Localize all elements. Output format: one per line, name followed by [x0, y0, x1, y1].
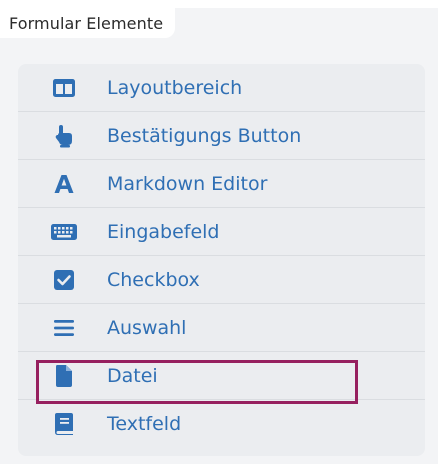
list-item-bestaetigungs-button[interactable]: Bestätigungs Button: [18, 112, 425, 160]
list-item-label: Textfeld: [107, 413, 182, 435]
list-item-textfeld[interactable]: Textfeld: [18, 400, 425, 448]
list-item-checkbox[interactable]: Checkbox: [18, 256, 425, 304]
list-lines-icon: [50, 317, 78, 339]
list-item-layoutbereich[interactable]: Layoutbereich: [18, 64, 425, 112]
list-item-markdown-editor[interactable]: Markdown Editor: [18, 160, 425, 208]
pointer-hand-icon: [50, 125, 78, 148]
list-item-datei[interactable]: Datei: [18, 352, 425, 400]
list-item-label: Datei: [107, 365, 158, 387]
font-letter-a-icon: [50, 173, 78, 195]
section-title: Formular Elemente: [9, 13, 164, 33]
list-item-label: Eingabefeld: [107, 221, 220, 243]
checkbox-checked-icon: [50, 269, 78, 291]
list-item-label: Layoutbereich: [107, 77, 243, 99]
list-item-label: Markdown Editor: [107, 173, 268, 195]
layout-columns-icon: [50, 77, 78, 99]
list-item-eingabefeld[interactable]: Eingabefeld: [18, 208, 425, 256]
list-item-auswahl[interactable]: Auswahl: [18, 304, 425, 352]
list-item-label: Auswahl: [107, 317, 187, 339]
list-item-label: Bestätigungs Button: [107, 125, 302, 147]
list-item-label: Checkbox: [107, 269, 200, 291]
section-header: Formular Elemente: [0, 8, 176, 38]
form-elements-list: Layoutbereich Bestätigungs Button Markdo…: [18, 64, 425, 456]
page-top-bar: [0, 0, 438, 8]
file-icon: [50, 365, 78, 387]
keyboard-icon: [50, 221, 78, 243]
book-icon: [50, 413, 78, 435]
